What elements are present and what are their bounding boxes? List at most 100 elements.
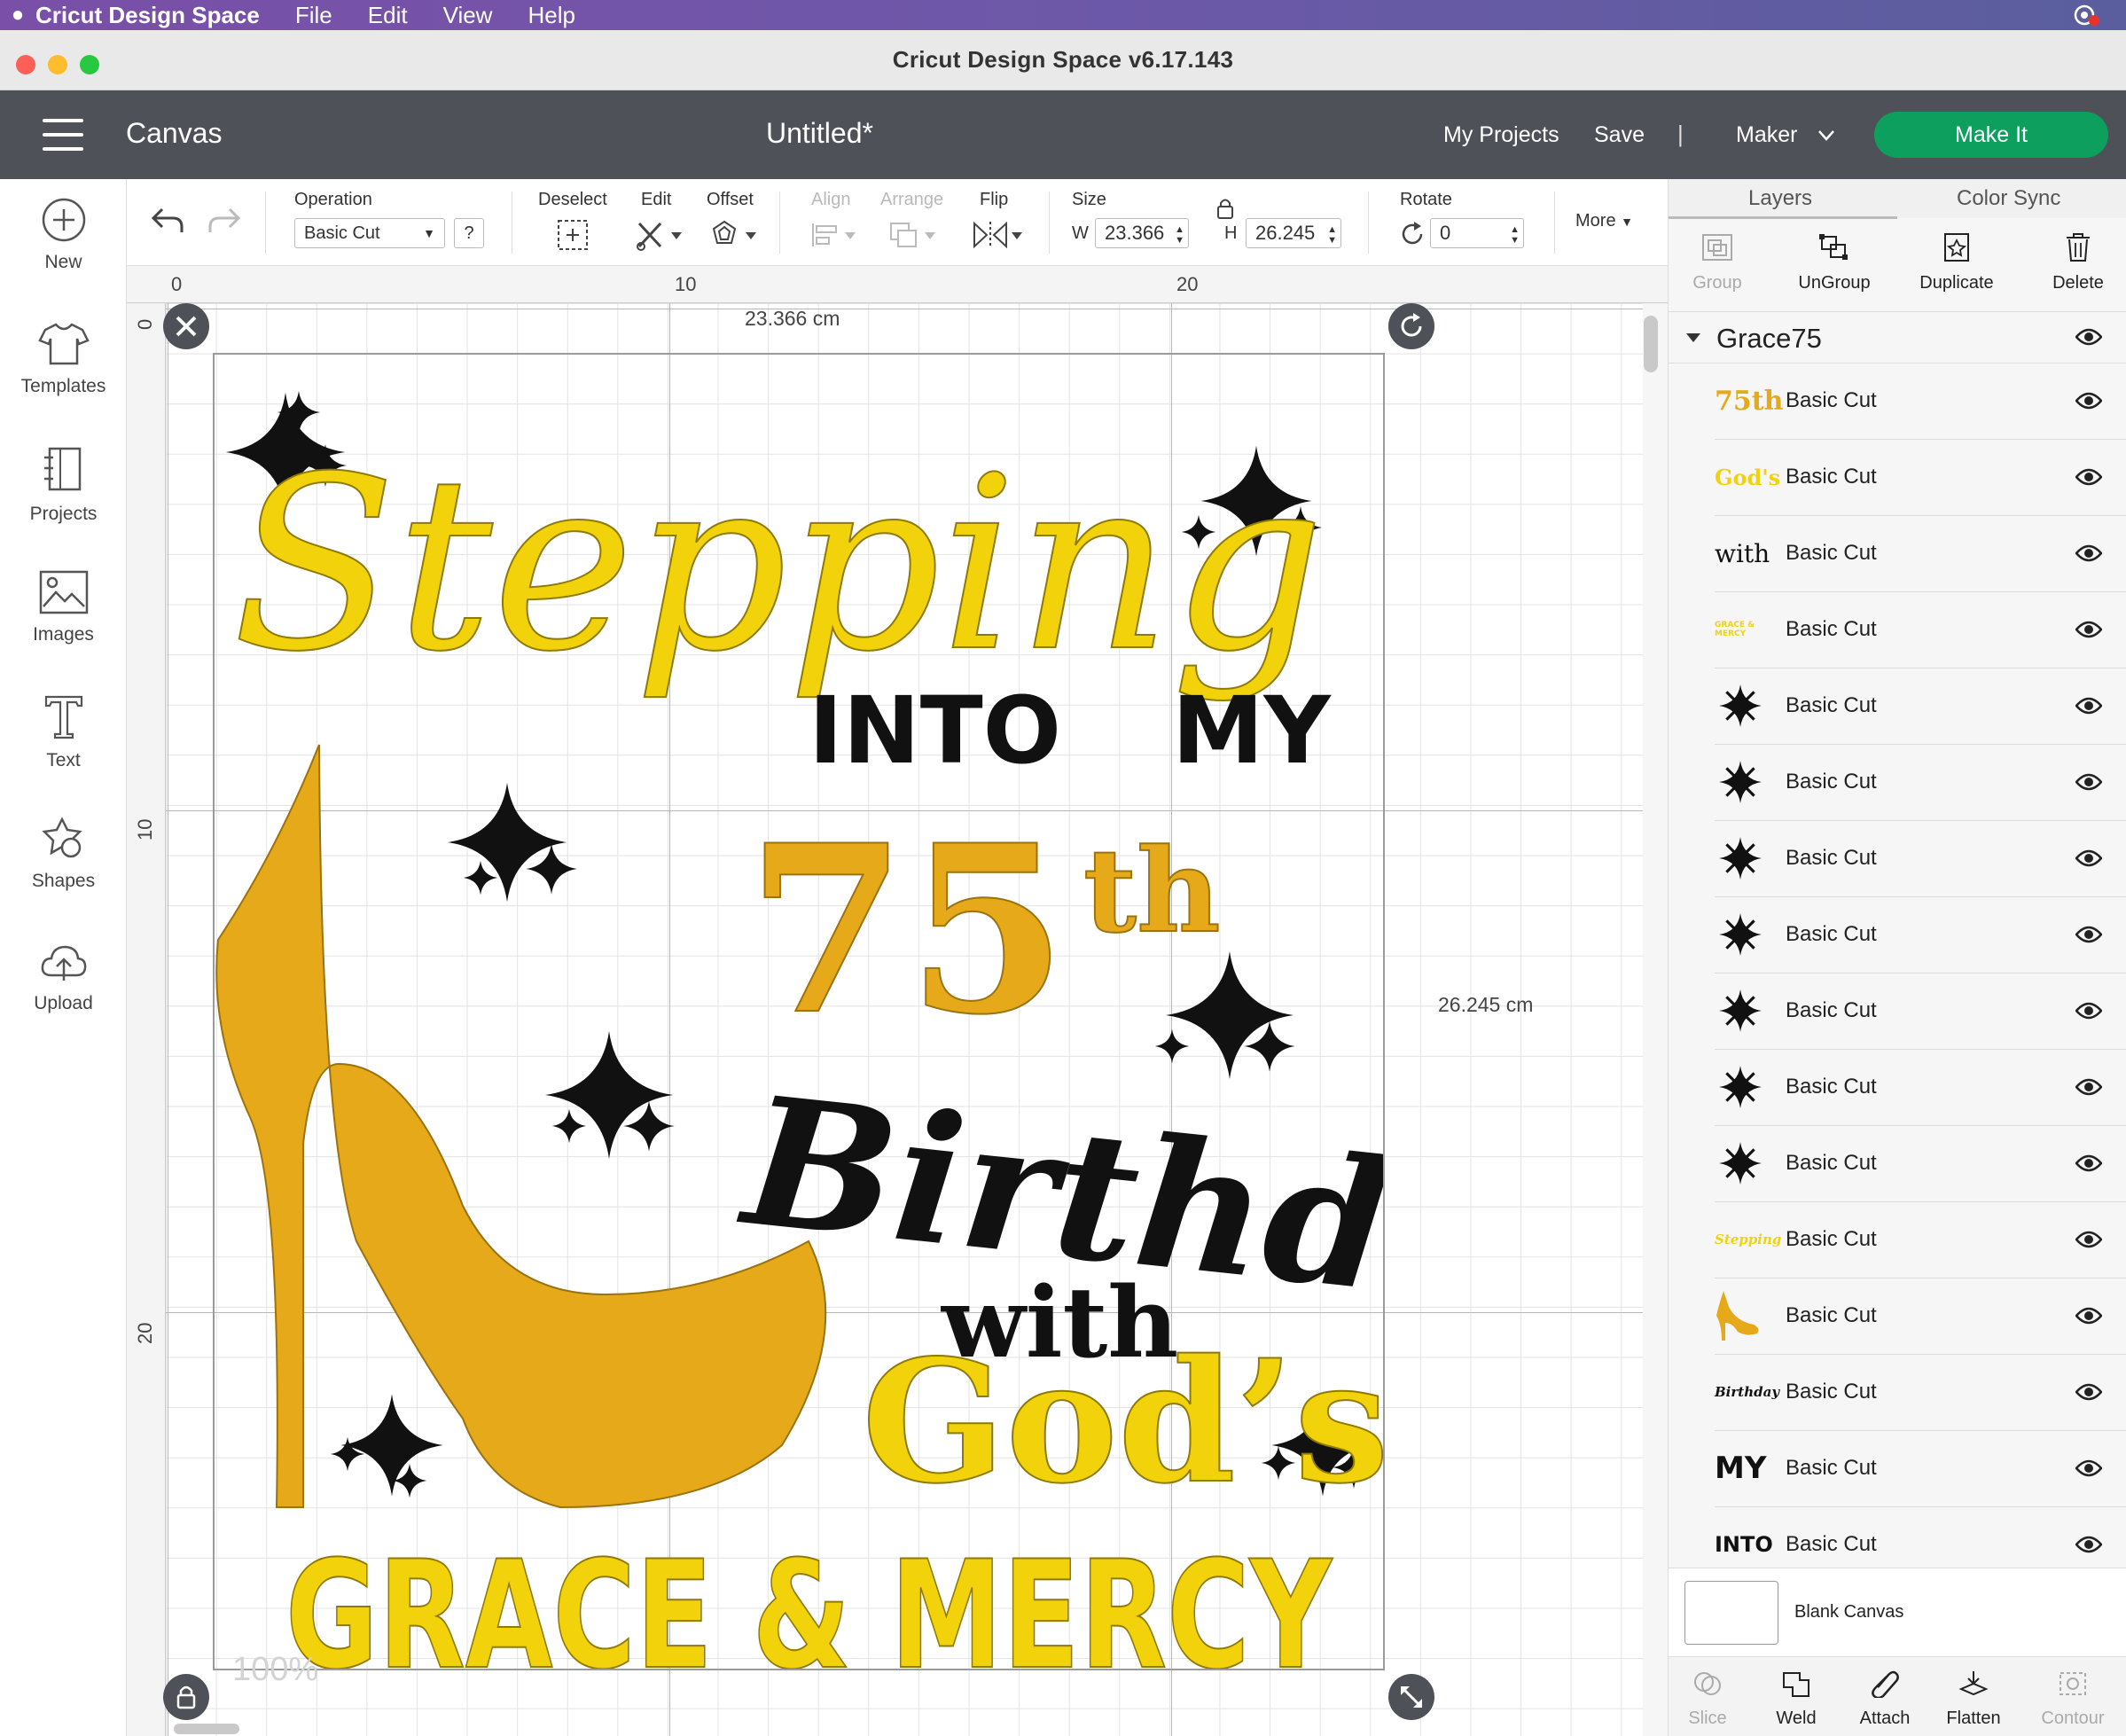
ordinal-th-text[interactable]: th xyxy=(1083,822,1222,959)
app-menu[interactable]: Cricut Design Space xyxy=(35,2,260,29)
stepper-icon[interactable]: ▲ ▼ xyxy=(1175,224,1184,246)
redo-icon[interactable] xyxy=(207,206,242,236)
width-input[interactable]: 23.366 ▲ ▼ xyxy=(1095,218,1189,248)
grace-mercy-text[interactable]: GRACE & MERCY xyxy=(285,1528,1334,1669)
lock-selection-handle[interactable] xyxy=(163,1674,209,1720)
my-text[interactable]: MY xyxy=(1172,676,1332,785)
eye-icon[interactable] xyxy=(2075,544,2102,562)
ungroup-button[interactable]: UnGroup xyxy=(1786,232,1883,293)
delete-button[interactable]: Delete xyxy=(2029,232,2126,293)
eye-icon[interactable] xyxy=(2075,328,2102,346)
offset-icon[interactable] xyxy=(708,218,758,252)
eye-icon[interactable] xyxy=(2075,697,2102,715)
gods-text[interactable]: God’s xyxy=(861,1322,1383,1521)
eye-icon[interactable] xyxy=(2075,1231,2102,1248)
tab-layers[interactable]: Layers xyxy=(1748,186,1812,211)
layer-row[interactable]: Basic Cut xyxy=(1669,974,2126,1050)
menu-view[interactable]: View xyxy=(443,2,493,29)
control-center-icon[interactable] xyxy=(2073,3,2099,27)
star-cluster[interactable] xyxy=(545,1031,675,1159)
tool-images[interactable]: Images xyxy=(0,569,127,645)
arrange-icon[interactable] xyxy=(887,220,941,250)
rotate-input[interactable]: 0 ▲ ▼ xyxy=(1430,218,1524,248)
stepper-icon[interactable]: ▲ ▼ xyxy=(1327,224,1337,246)
layer-row[interactable]: Basic Cut xyxy=(1669,669,2126,745)
caret-down-icon[interactable] xyxy=(1686,333,1700,342)
eye-icon[interactable] xyxy=(2075,1383,2102,1401)
group-button[interactable]: Group xyxy=(1669,232,1766,293)
layer-row[interactable]: 75th Basic Cut xyxy=(1669,364,2126,440)
edit-tools-icon[interactable] xyxy=(634,218,684,252)
undo-icon[interactable] xyxy=(150,206,185,236)
vertical-scrollbar-track[interactable] xyxy=(1643,303,1668,1736)
lock-icon[interactable] xyxy=(1215,197,1235,220)
stepper-icon[interactable]: ▲ ▼ xyxy=(1510,224,1520,246)
tab-color-sync[interactable]: Color Sync xyxy=(1957,186,2060,211)
eye-icon[interactable] xyxy=(2075,1459,2102,1477)
layer-row[interactable]: with Basic Cut xyxy=(1669,516,2126,592)
tool-templates[interactable]: Templates xyxy=(0,321,127,397)
design-artwork[interactable]: Stepping INTO MY 75 th Birthday with God… xyxy=(215,355,1383,1669)
layer-row[interactable]: Basic Cut xyxy=(1669,821,2126,897)
eye-icon[interactable] xyxy=(2075,621,2102,638)
star-cluster[interactable] xyxy=(1154,951,1295,1079)
eye-icon[interactable] xyxy=(2075,849,2102,867)
eye-icon[interactable] xyxy=(2075,773,2102,791)
document-title[interactable]: Untitled* xyxy=(766,117,873,150)
machine-select[interactable]: Maker xyxy=(1736,122,1797,148)
eye-icon[interactable] xyxy=(2075,468,2102,486)
eye-icon[interactable] xyxy=(2075,1078,2102,1096)
stepping-text[interactable]: Stepping xyxy=(231,424,1325,705)
close-window-button[interactable] xyxy=(16,55,35,74)
layer-row[interactable]: God's Basic Cut xyxy=(1669,440,2126,516)
zoom-window-button[interactable] xyxy=(80,55,99,74)
layer-row[interactable]: Basic Cut xyxy=(1669,745,2126,821)
eye-icon[interactable] xyxy=(2075,1307,2102,1325)
flatten-button[interactable]: Flatten xyxy=(1929,1670,2018,1729)
tool-shapes[interactable]: Shapes xyxy=(0,816,127,892)
layer-row[interactable]: MY Basic Cut xyxy=(1669,1431,2126,1507)
align-icon[interactable] xyxy=(809,220,859,250)
blank-canvas-row[interactable]: Blank Canvas xyxy=(1669,1568,2126,1656)
height-input[interactable]: 26.245 ▲ ▼ xyxy=(1246,218,1341,248)
more-button[interactable]: More ▼ xyxy=(1575,211,1633,231)
deselect-icon[interactable] xyxy=(556,218,590,252)
minimize-window-button[interactable] xyxy=(48,55,67,74)
resize-selection-handle[interactable] xyxy=(1388,1674,1434,1720)
menu-file[interactable]: File xyxy=(295,2,332,29)
tool-projects[interactable]: Projects xyxy=(0,445,127,525)
menu-edit[interactable]: Edit xyxy=(368,2,408,29)
horizontal-scrollbar[interactable] xyxy=(174,1724,239,1734)
delete-selection-handle[interactable] xyxy=(163,303,209,349)
my-projects-link[interactable]: My Projects xyxy=(1443,122,1559,148)
chevron-down-icon[interactable] xyxy=(1817,129,1835,142)
weld-button[interactable]: Weld xyxy=(1752,1670,1841,1729)
tool-text[interactable]: Text xyxy=(0,692,127,771)
tool-new[interactable]: New xyxy=(0,197,127,273)
number-75-text[interactable]: 75 xyxy=(746,794,1068,1067)
rotate-icon[interactable] xyxy=(1398,220,1426,248)
layer-group-row[interactable]: Grace75 xyxy=(1669,312,2126,364)
eye-icon[interactable] xyxy=(2075,392,2102,410)
layer-row[interactable]: Stepping Basic Cut xyxy=(1669,1202,2126,1279)
operation-select[interactable]: Basic Cut ▼ xyxy=(294,218,445,248)
menu-help[interactable]: Help xyxy=(528,2,574,29)
vertical-scrollbar[interactable] xyxy=(1644,316,1658,372)
make-it-button[interactable]: Make It xyxy=(1874,112,2108,158)
operation-help-button[interactable]: ? xyxy=(454,218,484,248)
duplicate-button[interactable]: Duplicate xyxy=(1908,232,2005,293)
layer-row[interactable]: Basic Cut xyxy=(1669,1126,2126,1202)
layer-row[interactable]: GRACE & MERCY Basic Cut xyxy=(1669,592,2126,669)
save-button[interactable]: Save xyxy=(1594,122,1645,148)
zoom-level[interactable]: 100% xyxy=(232,1651,318,1689)
layer-row[interactable]: Basic Cut xyxy=(1669,1050,2126,1126)
layer-row[interactable]: Birthday Basic Cut xyxy=(1669,1355,2126,1431)
tool-upload[interactable]: Upload xyxy=(0,942,127,1014)
hamburger-menu-icon[interactable] xyxy=(43,119,83,151)
eye-icon[interactable] xyxy=(2075,926,2102,943)
layer-row[interactable]: Basic Cut xyxy=(1669,897,2126,974)
eye-icon[interactable] xyxy=(2075,1536,2102,1553)
apple-menu-icon[interactable]: ● xyxy=(0,3,35,27)
rotate-selection-handle[interactable] xyxy=(1388,303,1434,349)
into-text[interactable]: INTO xyxy=(809,676,1061,785)
